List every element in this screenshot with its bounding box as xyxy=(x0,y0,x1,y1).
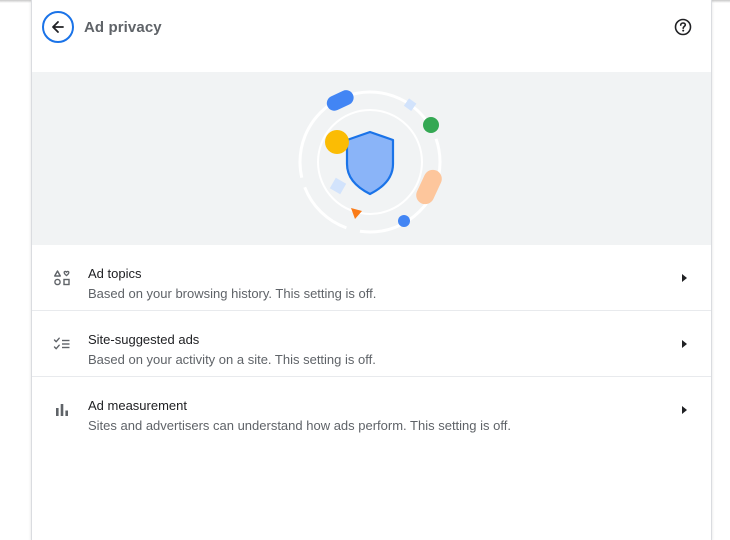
privacy-shield-illustration xyxy=(298,90,442,234)
chevron-right-icon xyxy=(679,405,689,415)
shield-icon xyxy=(345,130,395,196)
page: Ad privacy Ad topics Based on your brows… xyxy=(0,0,730,540)
setting-title: Ad topics xyxy=(88,266,142,281)
privacy-illustration-banner xyxy=(32,72,711,245)
back-button[interactable] xyxy=(42,11,74,43)
help-circle-icon xyxy=(674,18,692,36)
setting-description: Sites and advertisers can understand how… xyxy=(88,418,511,433)
ad-privacy-settings-list: Ad topics Based on your browsing history… xyxy=(32,245,711,442)
help-button[interactable] xyxy=(673,17,693,37)
setting-title: Site-suggested ads xyxy=(88,332,200,347)
setting-row-ad-measurement[interactable]: Ad measurement Sites and advertisers can… xyxy=(32,377,711,442)
arrow-back-icon xyxy=(50,19,66,35)
setting-description: Based on your activity on a site. This s… xyxy=(88,352,376,367)
setting-row-site-suggested-ads[interactable]: Site-suggested ads Based on your activit… xyxy=(32,311,711,377)
header: Ad privacy xyxy=(32,0,711,72)
setting-title: Ad measurement xyxy=(88,398,187,413)
ad-topics-icon xyxy=(52,268,72,288)
setting-description: Based on your browsing history. This set… xyxy=(88,286,377,301)
checklist-icon xyxy=(52,334,72,354)
bar-chart-icon xyxy=(52,400,72,420)
chevron-right-icon xyxy=(679,273,689,283)
page-title: Ad privacy xyxy=(84,19,162,36)
setting-row-ad-topics[interactable]: Ad topics Based on your browsing history… xyxy=(32,245,711,311)
ad-privacy-card: Ad privacy Ad topics Based on your brows… xyxy=(31,0,712,540)
chevron-right-icon xyxy=(679,339,689,349)
